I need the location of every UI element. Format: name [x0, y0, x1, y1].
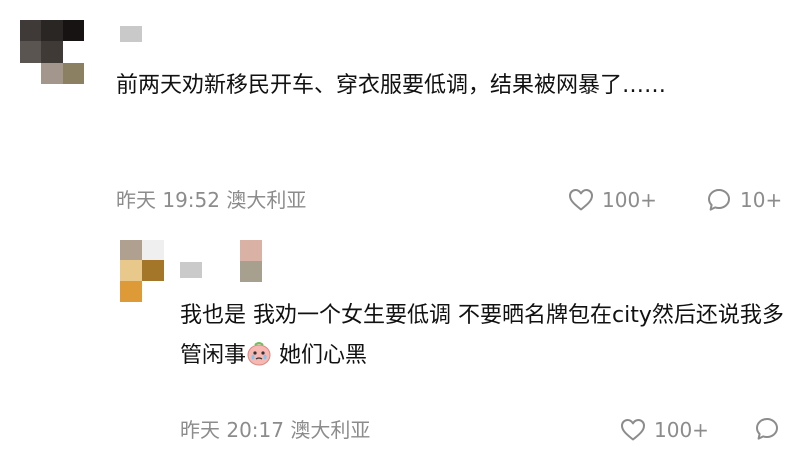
avatar-mosaic-cell [41, 62, 63, 84]
reply-like-count: 100+ [654, 418, 709, 442]
avatar-mosaic-cell [142, 240, 164, 260]
avatar-mosaic-cell [20, 62, 42, 84]
reply-text-end: 她们心黑 [272, 343, 368, 368]
reply-username-badge-pixelated [240, 240, 262, 282]
avatar-mosaic-cell [142, 281, 164, 302]
avatar-mosaic-cell [120, 260, 142, 281]
comment-date: 昨天 19:52 [116, 188, 220, 212]
avatar-mosaic-cell [41, 41, 63, 63]
reply-comment-button[interactable] [754, 416, 780, 442]
avatar-mosaic-cell [62, 62, 84, 84]
reply-avatar[interactable] [120, 240, 164, 302]
avatar-mosaic-cell [20, 41, 42, 63]
reply-username-pixelated[interactable] [180, 262, 202, 278]
reply-button[interactable]: 10+ [706, 186, 782, 214]
comment-location: 澳大利亚 [226, 188, 307, 212]
username-mosaic-cell [120, 26, 142, 42]
comment-meta: 昨天 19:52 澳大利亚 [116, 186, 306, 214]
username-mosaic-cell [240, 261, 262, 282]
avatar-mosaic-cell [62, 41, 84, 63]
comment-bubble-icon [708, 189, 730, 211]
reply-meta: 昨天 20:17 澳大利亚 [180, 416, 370, 444]
username-mosaic-cell [180, 262, 202, 278]
username-pixelated[interactable] [120, 26, 142, 42]
reply-count: 10+ [740, 188, 783, 212]
reply-date: 昨天 20:17 [180, 418, 284, 442]
avatar-mosaic-cell [41, 20, 63, 42]
like-button[interactable]: 100+ [568, 186, 657, 214]
like-count: 100+ [602, 188, 657, 212]
avatar-mosaic-cell [120, 240, 142, 260]
username-mosaic-cell [240, 240, 262, 261]
reply-like-button[interactable]: 100+ [620, 416, 709, 444]
comment-text: 前两天劝新移民开车、穿衣服要低调，结果被网暴了…… [116, 73, 667, 98]
heart-icon [621, 419, 645, 441]
reply-text: 我也是 我劝一个女生要低调 不要晒名牌包在city然后还说我多管闲事 她们心黑 [180, 296, 790, 376]
avatar-mosaic-cell [142, 260, 164, 281]
avatar-mosaic-cell [120, 281, 142, 302]
avatar-mosaic-cell [20, 20, 42, 42]
avatar[interactable] [20, 20, 84, 84]
heart-icon [569, 189, 593, 211]
crying-face-emoji-icon [247, 342, 271, 366]
avatar-mosaic-cell [62, 20, 84, 42]
comment-bubble-icon [756, 418, 778, 440]
reply-location: 澳大利亚 [290, 418, 371, 442]
